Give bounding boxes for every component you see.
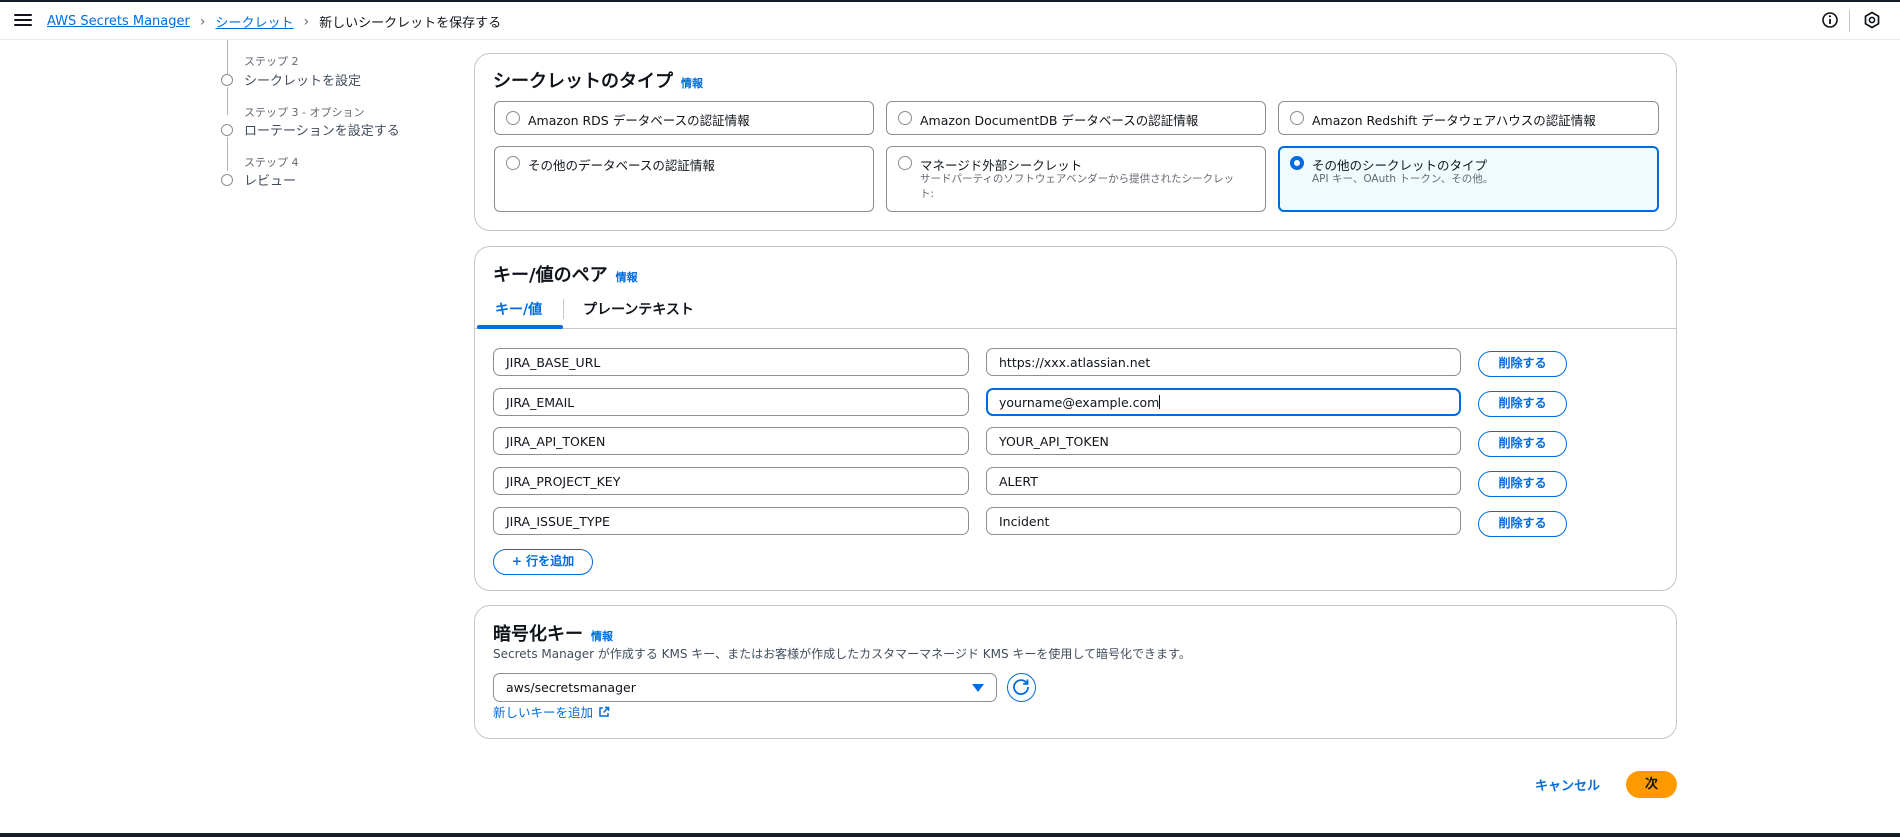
chevron-right-icon: ›: [303, 13, 310, 30]
divider: [1849, 10, 1850, 32]
key-input[interactable]: JIRA_API_TOKEN: [493, 427, 969, 455]
breadcrumb-service-link[interactable]: AWS Secrets Manager: [47, 14, 190, 29]
caret-down-icon: [972, 684, 984, 692]
step-3-title[interactable]: ローテーションを設定する: [244, 120, 400, 139]
key-input[interactable]: JIRA_PROJECT_KEY: [493, 467, 969, 495]
kms-key-selected-value: aws/secretsmanager: [506, 680, 636, 695]
option-description: API キー、OAuth トークン、その他。: [1312, 173, 1494, 185]
step-2-number: ステップ 2: [244, 55, 299, 68]
option-label: Amazon RDS データベースの認証情報: [528, 113, 750, 128]
refresh-button[interactable]: [1007, 673, 1036, 702]
remove-row-button[interactable]: 削除する: [1478, 511, 1567, 537]
secret-type-option-documentdb[interactable]: Amazon DocumentDB データベースの認証情報: [886, 101, 1266, 135]
tab-plaintext[interactable]: プレーンテキスト: [583, 299, 694, 319]
key-input[interactable]: JIRA_EMAIL: [493, 388, 969, 416]
refresh-icon: [1013, 679, 1029, 695]
value-text: yourname@example.com: [999, 395, 1160, 410]
kms-key-select[interactable]: aws/secretsmanager: [493, 673, 997, 702]
encryption-heading: 暗号化キー 情報: [493, 620, 613, 646]
key-input[interactable]: JIRA_ISSUE_TYPE: [493, 507, 969, 535]
settings-hexagon-icon[interactable]: [1862, 10, 1882, 30]
key-value-tabs: キー/値 プレーンテキスト: [475, 287, 1676, 329]
radio-button[interactable]: [1290, 111, 1304, 125]
active-tab-indicator: [477, 325, 563, 329]
secret-type-option-redshift[interactable]: Amazon Redshift データウェアハウスの認証情報: [1278, 101, 1659, 135]
chevron-right-icon: ›: [199, 13, 206, 30]
remove-row-button[interactable]: 削除する: [1478, 431, 1567, 457]
secret-type-option-rds[interactable]: Amazon RDS データベースの認証情報: [494, 101, 874, 135]
key-input[interactable]: JIRA_BASE_URL: [493, 348, 969, 376]
radio-button-selected[interactable]: [1290, 156, 1304, 170]
secret-type-option-other-secret[interactable]: その他のシークレットのタイプ API キー、OAuth トークン、その他。: [1278, 146, 1659, 212]
option-label: その他のデータベースの認証情報: [528, 158, 715, 173]
secret-type-info-link[interactable]: 情報: [681, 75, 703, 91]
breadcrumb-secrets-link[interactable]: シークレット: [215, 12, 293, 31]
top-navigation-bar: AWS Secrets Manager › シークレット › 新しいシークレット…: [0, 2, 1900, 40]
key-value-info-link[interactable]: 情報: [616, 269, 638, 285]
option-label: Amazon Redshift データウェアハウスの認証情報: [1312, 113, 1596, 128]
option-label: Amazon DocumentDB データベースの認証情報: [920, 113, 1199, 128]
option-description: サードパーティのソフトウェアベンダーから提供されたシークレット:: [920, 173, 1235, 200]
value-input[interactable]: Incident: [986, 507, 1461, 535]
cancel-button[interactable]: キャンセル: [1535, 775, 1600, 794]
radio-button[interactable]: [898, 111, 912, 125]
step-connector: [227, 40, 228, 74]
step-4-title[interactable]: レビュー: [244, 170, 296, 189]
encryption-title: 暗号化キー: [493, 624, 583, 645]
secret-type-heading: シークレットのタイプ 情報: [493, 67, 703, 93]
value-input[interactable]: ALERT: [986, 467, 1461, 495]
secret-type-container: シークレットのタイプ 情報 Amazon RDS データベースの認証情報 Ama…: [474, 53, 1677, 231]
tab-divider: [563, 299, 564, 319]
info-icon[interactable]: [1820, 10, 1840, 30]
external-link-icon: [599, 706, 610, 717]
encryption-description: Secrets Manager が作成する KMS キー、またはお客様が作成した…: [493, 647, 1191, 661]
breadcrumb-current: 新しいシークレットを保存する: [319, 16, 502, 31]
add-new-key-link[interactable]: 新しいキーを追加: [493, 702, 610, 721]
step-connector: [227, 87, 228, 115]
radio-button[interactable]: [898, 156, 912, 170]
step-connector: [227, 137, 228, 171]
breadcrumb: AWS Secrets Manager › シークレット › 新しいシークレット…: [47, 12, 502, 32]
key-value-container: キー/値のペア 情報 キー/値 プレーンテキスト JIRA_BASE_URL h…: [474, 246, 1677, 591]
encryption-key-container: 暗号化キー 情報 Secrets Manager が作成する KMS キー、また…: [474, 605, 1677, 739]
remove-row-button[interactable]: 削除する: [1478, 391, 1567, 417]
step-2-indicator: [221, 74, 233, 86]
step-3-number: ステップ 3 - オプション: [244, 106, 365, 119]
key-value-heading: キー/値のペア 情報: [493, 261, 638, 287]
window-bottom-edge: [0, 833, 1900, 837]
next-button[interactable]: 次: [1626, 771, 1677, 798]
key-value-title: キー/値のペア: [493, 265, 608, 286]
add-new-key-label: 新しいキーを追加: [493, 705, 594, 720]
remove-row-button[interactable]: 削除する: [1478, 471, 1567, 497]
value-input[interactable]: YOUR_API_TOKEN: [986, 427, 1461, 455]
wizard-steps: ステップ 2 シークレットを設定 ステップ 3 - オプション ローテーションを…: [220, 40, 440, 200]
step-4-indicator: [221, 174, 233, 186]
secret-type-option-managed-external[interactable]: マネージド外部シークレット サードパーティのソフトウェアベンダーから提供されたシ…: [886, 146, 1266, 212]
radio-button[interactable]: [506, 156, 520, 170]
add-row-button[interactable]: + 行を追加: [493, 549, 593, 575]
step-2-title[interactable]: シークレットを設定: [244, 70, 361, 89]
secret-type-title: シークレットのタイプ: [493, 71, 673, 92]
menu-icon[interactable]: [14, 11, 32, 29]
encryption-info-link[interactable]: 情報: [591, 628, 613, 644]
tab-key-value[interactable]: キー/値: [495, 299, 542, 319]
radio-button[interactable]: [506, 111, 520, 125]
step-3-indicator: [221, 124, 233, 136]
value-input[interactable]: https://xxx.atlassian.net: [986, 348, 1461, 376]
secret-type-option-other-database[interactable]: その他のデータベースの認証情報: [494, 146, 874, 212]
remove-row-button[interactable]: 削除する: [1478, 351, 1567, 377]
step-4-number: ステップ 4: [244, 156, 299, 169]
value-input-focused[interactable]: yourname@example.com: [986, 388, 1461, 416]
text-caret: [1159, 395, 1161, 409]
